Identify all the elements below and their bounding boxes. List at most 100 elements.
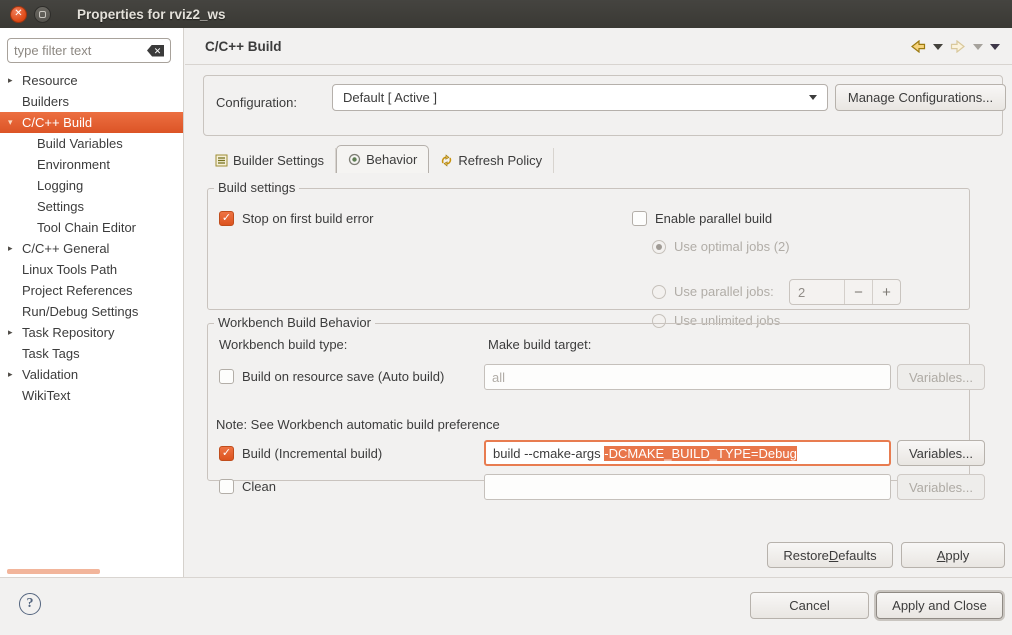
use-parallel-jobs-radio[interactable] [652, 285, 666, 299]
tree-horizontal-scrollbar[interactable] [7, 569, 100, 574]
tree-item-label: Builders [22, 94, 69, 109]
clear-filter-icon[interactable]: ✕ [147, 45, 164, 57]
back-icon[interactable] [910, 40, 926, 53]
spinner-increment-button[interactable]: + [872, 280, 900, 304]
collapse-icon[interactable]: ▾ [8, 117, 20, 128]
enable-parallel-build-checkbox[interactable] [632, 211, 647, 226]
tree-item-label: Linux Tools Path [22, 262, 117, 277]
behavior-icon [348, 153, 361, 166]
tree-item-wikitext[interactable]: WikiText [0, 385, 183, 406]
tab-behavior[interactable]: Behavior [336, 145, 429, 173]
properties-tree: ▸ResourceBuilders▾C/C++ BuildBuild Varia… [0, 70, 183, 450]
clean-variables-button[interactable]: Variables... [897, 474, 985, 500]
tree-item-label: Task Repository [22, 325, 114, 340]
properties-sidebar: type filter text ✕ ▸ResourceBuilders▾C/C… [0, 28, 184, 577]
tree-item-linux-tools-path[interactable]: Linux Tools Path [0, 259, 183, 280]
stop-on-first-error-checkbox[interactable] [219, 211, 234, 226]
tree-item-label: C/C++ Build [22, 115, 92, 130]
chevron-down-icon [809, 95, 817, 100]
tab-refresh-policy[interactable]: Refresh Policy [429, 148, 554, 173]
tree-item-environment[interactable]: Environment [0, 154, 183, 175]
incremental-variables-button[interactable]: Variables... [897, 440, 985, 466]
tree-item-label: Project References [22, 283, 133, 298]
auto-build-target-value: all [492, 370, 505, 385]
properties-dialog: ✕ Properties for rviz2_ws type filter te… [0, 0, 1012, 635]
spinner-decrement-button[interactable]: − [844, 280, 872, 304]
tree-item-c-c-build[interactable]: ▾C/C++ Build [0, 112, 183, 133]
expand-icon[interactable]: ▸ [8, 369, 20, 380]
clean-target-field[interactable] [484, 474, 891, 500]
expand-icon[interactable]: ▸ [8, 243, 20, 254]
page-title: C/C++ Build [205, 39, 282, 54]
tree-item-project-references[interactable]: Project References [0, 280, 183, 301]
workbench-build-type-header: Workbench build type: [219, 337, 347, 352]
clean-checkbox[interactable] [219, 479, 234, 494]
titlebar[interactable]: ✕ Properties for rviz2_ws [0, 0, 1012, 28]
builder-settings-icon [215, 154, 228, 167]
tree-item-tool-chain-editor[interactable]: Tool Chain Editor [0, 217, 183, 238]
tree-item-builders[interactable]: Builders [0, 91, 183, 112]
incremental-build-label: Build (Incremental build) [242, 446, 382, 461]
tree-item-task-tags[interactable]: Task Tags [0, 343, 183, 364]
parallel-jobs-spinner[interactable]: 2 − + [789, 279, 901, 305]
apply-button[interactable]: Apply [901, 542, 1005, 568]
restore-defaults-label-post: efaults [838, 548, 876, 563]
clean-label: Clean [242, 479, 276, 494]
help-button[interactable]: ? [19, 593, 41, 615]
tree-item-label: Task Tags [22, 346, 80, 361]
tree-item-run-debug-settings[interactable]: Run/Debug Settings [0, 301, 183, 322]
restore-defaults-mnemonic: D [829, 548, 838, 563]
cancel-button[interactable]: Cancel [750, 592, 869, 619]
apply-and-close-button[interactable]: Apply and Close [876, 592, 1003, 619]
incremental-build-checkbox[interactable] [219, 446, 234, 461]
expand-icon[interactable]: ▸ [8, 327, 20, 338]
expand-icon[interactable]: ▸ [8, 75, 20, 86]
forward-history-menu-icon[interactable] [973, 44, 983, 50]
tree-item-label: WikiText [22, 388, 70, 403]
tree-item-label: Resource [22, 73, 78, 88]
back-history-menu-icon[interactable] [933, 44, 943, 50]
dialog-footer: ? Cancel Apply and Close [0, 578, 1012, 635]
forward-icon[interactable] [950, 40, 966, 53]
tree-item-logging[interactable]: Logging [0, 175, 183, 196]
tree-item-validation[interactable]: ▸Validation [0, 364, 183, 385]
tree-item-build-variables[interactable]: Build Variables [0, 133, 183, 154]
auto-build-variables-button[interactable]: Variables... [897, 364, 985, 390]
configuration-value: Default [ Active ] [343, 90, 809, 105]
close-icon: ✕ [14, 9, 22, 19]
tree-item-label: Environment [37, 157, 110, 172]
auto-build-checkbox[interactable] [219, 369, 234, 384]
use-parallel-jobs-label: Use parallel jobs: [674, 284, 774, 299]
tree-item-label: Settings [37, 199, 84, 214]
tree-item-task-repository[interactable]: ▸Task Repository [0, 322, 183, 343]
window-title: Properties for rviz2_ws [77, 7, 226, 22]
tab-builder-settings[interactable]: Builder Settings [203, 148, 336, 173]
maximize-icon [39, 11, 46, 18]
view-menu-icon[interactable] [990, 44, 1000, 50]
tree-item-label: Build Variables [37, 136, 123, 151]
close-window-button[interactable]: ✕ [10, 6, 27, 23]
tree-item-resource[interactable]: ▸Resource [0, 70, 183, 91]
tree-item-label: C/C++ General [22, 241, 109, 256]
parallel-jobs-value: 2 [790, 280, 844, 304]
apply-label-post: pply [945, 548, 969, 563]
build-tabs: Builder Settings Behavior Refresh Policy [203, 145, 554, 173]
page-header: C/C++ Build [185, 28, 1012, 65]
build-settings-group: Build settings Stop on first build error… [207, 188, 970, 310]
manage-configurations-button[interactable]: Manage Configurations... [835, 84, 1006, 111]
use-optimal-jobs-radio[interactable] [652, 240, 666, 254]
configuration-select[interactable]: Default [ Active ] [332, 84, 828, 111]
stop-on-first-error-label: Stop on first build error [242, 211, 374, 226]
auto-build-target-field[interactable]: all [484, 364, 891, 390]
tree-item-label: Validation [22, 367, 78, 382]
incremental-target-selected-text: -DCMAKE_BUILD_TYPE=Debug [604, 446, 797, 461]
auto-build-label: Build on resource save (Auto build) [242, 369, 444, 384]
enable-parallel-build-label: Enable parallel build [655, 211, 772, 226]
tree-item-c-c-general[interactable]: ▸C/C++ General [0, 238, 183, 259]
restore-defaults-button[interactable]: Restore Defaults [767, 542, 893, 568]
incremental-build-target-field[interactable]: build --cmake-args -DCMAKE_BUILD_TYPE=De… [484, 440, 891, 466]
maximize-window-button[interactable] [34, 6, 51, 23]
filter-input[interactable]: type filter text ✕ [7, 38, 171, 63]
tree-item-settings[interactable]: Settings [0, 196, 183, 217]
workbench-build-behavior-group: Workbench Build Behavior Workbench build… [207, 323, 970, 481]
